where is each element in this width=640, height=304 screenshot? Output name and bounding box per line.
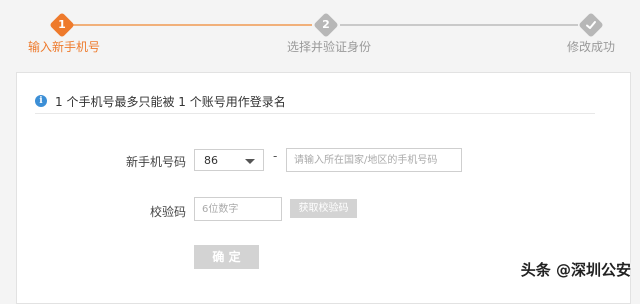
chevron-down-icon [245,159,255,164]
country-code-select[interactable]: 86 [194,149,264,171]
step-connector-1 [70,24,312,26]
country-code-value: 86 [204,154,218,167]
divider [35,113,595,114]
phone-input[interactable] [286,148,462,172]
step-1-label: 输入新手机号 [28,40,101,54]
step-2-label: 选择并验证身份 [287,40,372,54]
step-1-number: 1 [58,18,66,31]
code-label: 校验码 [149,205,186,219]
code-input[interactable] [194,197,282,221]
step-connector-2 [340,24,578,26]
info-icon: i [35,95,47,107]
check-icon [586,21,596,29]
confirm-button[interactable]: 确 定 [194,245,259,269]
notice-text: 1 个手机号最多只能被 1 个账号用作登录名 [55,95,286,109]
separator: - [273,149,278,163]
get-code-button[interactable]: 获取校验码 [290,199,357,218]
phone-label: 新手机号码 [125,155,186,169]
step-2-number: 2 [322,18,330,31]
watermark: 头条 @深圳公安 [520,261,631,279]
step-3-label: 修改成功 [567,40,616,54]
